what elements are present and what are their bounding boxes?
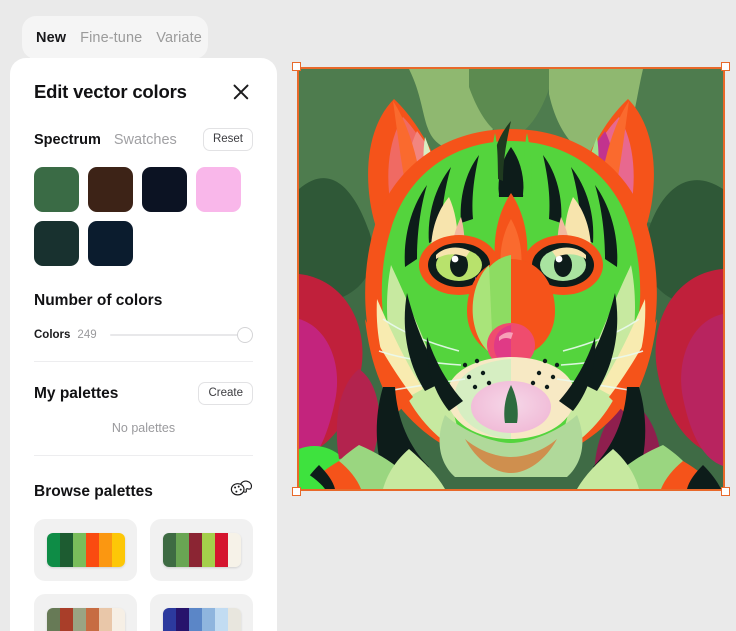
resize-handle-top-left[interactable] [292, 62, 301, 71]
palette-strip-2 [162, 533, 241, 567]
app-root: New Fine-tune Variate Edit vector colors… [0, 0, 736, 631]
tiger-illustration [299, 69, 723, 489]
color-swatch-6[interactable] [88, 221, 133, 266]
tab-new[interactable]: New [36, 30, 66, 46]
tab-variate[interactable]: Variate [156, 30, 202, 46]
colors-slider-knob[interactable] [237, 327, 253, 343]
resize-handle-bottom-left[interactable] [292, 487, 301, 496]
colors-slider-row: Colors 249 [34, 327, 253, 343]
palette-card-3[interactable] [34, 594, 137, 631]
page-title: Edit vector colors [34, 81, 187, 102]
color-swatch-4[interactable] [196, 167, 241, 212]
palette-strip-4 [162, 608, 241, 631]
browse-palettes-heading: Browse palettes [34, 482, 153, 500]
no-palettes-text: No palettes [111, 421, 176, 435]
divider-2 [34, 455, 253, 456]
mode-spectrum[interactable]: Spectrum [34, 132, 101, 148]
browse-palettes-header: Browse palettes [34, 478, 253, 505]
color-mode-selector: Spectrum Swatches Reset [34, 128, 253, 151]
browse-palettes-grid [34, 519, 253, 631]
my-palettes-header: My palettes Create [34, 382, 253, 405]
palette-strip-3 [46, 608, 125, 631]
palette-card-2[interactable] [150, 519, 253, 581]
color-swatch-2[interactable] [88, 167, 133, 212]
edit-vector-colors-panel: Edit vector colors Spectrum Swatches Res… [10, 58, 277, 631]
my-palettes-heading: My palettes [34, 384, 119, 402]
palette-icon[interactable] [229, 478, 253, 505]
panel-header: Edit vector colors [34, 58, 253, 104]
color-swatch-5[interactable] [34, 221, 79, 266]
palette-strip-1 [46, 533, 125, 567]
mode-tab-bar: New Fine-tune Variate [22, 16, 208, 59]
number-of-colors-heading: Number of colors [34, 292, 163, 309]
palette-card-1[interactable] [34, 519, 137, 581]
close-icon[interactable] [229, 80, 253, 104]
colors-slider-value: 249 [77, 329, 97, 341]
reset-button[interactable]: Reset [202, 128, 253, 151]
swatch-list [34, 167, 253, 266]
colors-slider-label: Colors [34, 329, 71, 341]
tab-fine-tune[interactable]: Fine-tune [80, 30, 142, 46]
pop-art-tiger-vector[interactable] [297, 67, 725, 491]
colors-slider[interactable] [109, 327, 253, 343]
mode-swatches[interactable]: Swatches [114, 132, 177, 148]
color-swatch-3[interactable] [142, 167, 187, 212]
divider-1 [34, 361, 253, 362]
color-swatch-1[interactable] [34, 167, 79, 212]
create-palette-button[interactable]: Create [198, 382, 253, 405]
resize-handle-top-right[interactable] [721, 62, 730, 71]
resize-handle-bottom-right[interactable] [721, 487, 730, 496]
palette-card-4[interactable] [150, 594, 253, 631]
artwork-canvas[interactable] [292, 62, 730, 496]
